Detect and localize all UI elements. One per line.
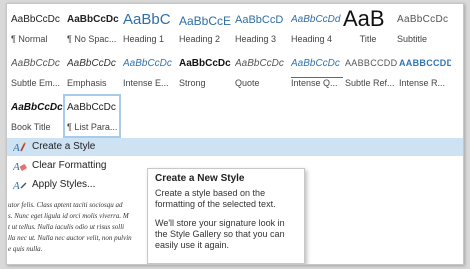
doc-line: s. Nunc eget ligula id orci molis viverr… — [8, 212, 129, 220]
style-sample: AaBbCcE — [179, 14, 231, 28]
clear-formatting-label: Clear Formatting — [32, 160, 107, 171]
style-caption: Title — [359, 34, 377, 44]
create-style-icon: A — [12, 140, 27, 154]
style-sample: AaBbCcDd — [291, 14, 341, 25]
style-sample: AaBbCcDc — [11, 58, 60, 69]
style-normal[interactable]: AaBbCcDc ¶ Normal — [9, 6, 63, 50]
style-subtitle[interactable]: AaBbCcDc Subtitle — [395, 6, 449, 50]
style-caption: Strong — [179, 78, 206, 88]
apply-styles-icon: A — [12, 178, 27, 192]
style-caption: Intense E... — [123, 78, 169, 88]
doc-line: t ut tellus. Nulla iaculis odio ut risus… — [8, 223, 125, 231]
style-sample: AaBbCcDc — [123, 58, 172, 69]
style-sample: AaBbCcDc — [11, 102, 63, 113]
style-subtle-emphasis[interactable]: AaBbCcDc Subtle Em... — [9, 50, 63, 94]
style-caption: Subtle Em... — [11, 78, 61, 88]
doc-line: e quis nulla. — [8, 245, 43, 253]
tooltip-detail: We'll store your signature look in the S… — [155, 218, 285, 250]
styles-gallery-dropdown: AaBbCcDc ¶ Normal AaBbCcDc ¶ No Spac... … — [6, 3, 464, 265]
style-sample: AaBbCcDc — [235, 58, 284, 69]
style-caption: Emphasis — [67, 78, 107, 88]
style-caption: Heading 4 — [291, 34, 333, 44]
style-caption: Intense Q... — [291, 78, 338, 88]
style-heading-4[interactable]: AaBbCcDd Heading 4 — [289, 6, 343, 50]
style-sample: AaBbC — [123, 11, 171, 28]
style-sample: AABBCCDD — [399, 58, 451, 68]
style-sample: AaBbCcDc — [179, 58, 231, 69]
create-style-tooltip: Create a New Style Create a style based … — [147, 168, 305, 264]
style-quote[interactable]: AaBbCcDc Quote — [233, 50, 287, 94]
style-heading-2[interactable]: AaBbCcE Heading 2 — [177, 6, 231, 50]
styles-grid: AaBbCcDc ¶ Normal AaBbCcDc ¶ No Spac... … — [7, 4, 463, 138]
style-sample: AaBbCcDc — [291, 58, 343, 78]
doc-line: utor felis. Class aptent taciti sociosqu… — [8, 201, 123, 209]
style-caption: Heading 2 — [179, 34, 221, 44]
style-list-paragraph[interactable]: AaBbCcDc ¶ List Para... — [63, 94, 121, 138]
doc-line: lla nec ut. Nulla nec auctor velit, non … — [8, 234, 132, 242]
style-caption: Book Title — [11, 122, 51, 132]
create-style-label: Create a Style — [32, 141, 96, 152]
style-sample: AaBbCcDc — [67, 14, 119, 25]
style-caption: ¶ List Para... — [67, 122, 118, 132]
style-no-spacing[interactable]: AaBbCcDc ¶ No Spac... — [65, 6, 119, 50]
style-caption: Subtle Ref... — [345, 78, 395, 88]
tooltip-description: Create a style based on the formatting o… — [155, 188, 276, 209]
style-sample: AaB — [343, 6, 385, 31]
document-body-text: utor felis. Class aptent taciti sociosqu… — [7, 200, 142, 264]
apply-styles-label: Apply Styles... — [32, 179, 96, 190]
style-sample: AaBbCcDc — [67, 102, 116, 113]
style-intense-quote[interactable]: AaBbCcDc Intense Q... — [289, 50, 343, 94]
style-sample: AaBbCcDc — [397, 14, 449, 25]
style-caption: ¶ No Spac... — [67, 34, 117, 44]
style-sample: AaBbCcDc — [11, 14, 60, 25]
svg-text:A: A — [13, 180, 20, 192]
style-caption: Intense R... — [399, 78, 446, 88]
svg-text:A: A — [13, 161, 20, 173]
style-caption: Heading 1 — [123, 34, 165, 44]
style-emphasis[interactable]: AaBbCcDc Emphasis — [65, 50, 119, 94]
style-sample: AABBCCDD — [345, 58, 397, 68]
style-heading-1[interactable]: AaBbC Heading 1 — [121, 6, 175, 50]
style-heading-3[interactable]: AaBbCcD Heading 3 — [233, 6, 287, 50]
style-intense-emphasis[interactable]: AaBbCcDc Intense E... — [121, 50, 175, 94]
style-caption: Subtitle — [397, 34, 428, 44]
style-strong[interactable]: AaBbCcDc Strong — [177, 50, 231, 94]
style-caption: Quote — [235, 78, 260, 88]
style-sample: AaBbCcDc — [67, 58, 116, 69]
style-sample: AaBbCcD — [235, 14, 284, 26]
style-intense-reference[interactable]: AABBCCDD Intense R... — [397, 50, 451, 94]
style-caption: Heading 3 — [235, 34, 277, 44]
style-subtle-reference[interactable]: AABBCCDD Subtle Ref... — [343, 50, 397, 94]
style-caption: ¶ Normal — [11, 34, 48, 44]
style-book-title[interactable]: AaBbCcDc Book Title — [9, 94, 63, 138]
svg-text:A: A — [13, 142, 20, 154]
style-title[interactable]: AaB Title — [341, 6, 395, 50]
create-style-menu-item[interactable]: A Create a Style — [7, 138, 463, 156]
screenshot-frame: AaBbCcDc ¶ Normal AaBbCcDc ¶ No Spac... … — [0, 0, 470, 269]
tooltip-title: Create a New Style — [155, 173, 245, 184]
clear-formatting-icon: A — [12, 159, 27, 173]
